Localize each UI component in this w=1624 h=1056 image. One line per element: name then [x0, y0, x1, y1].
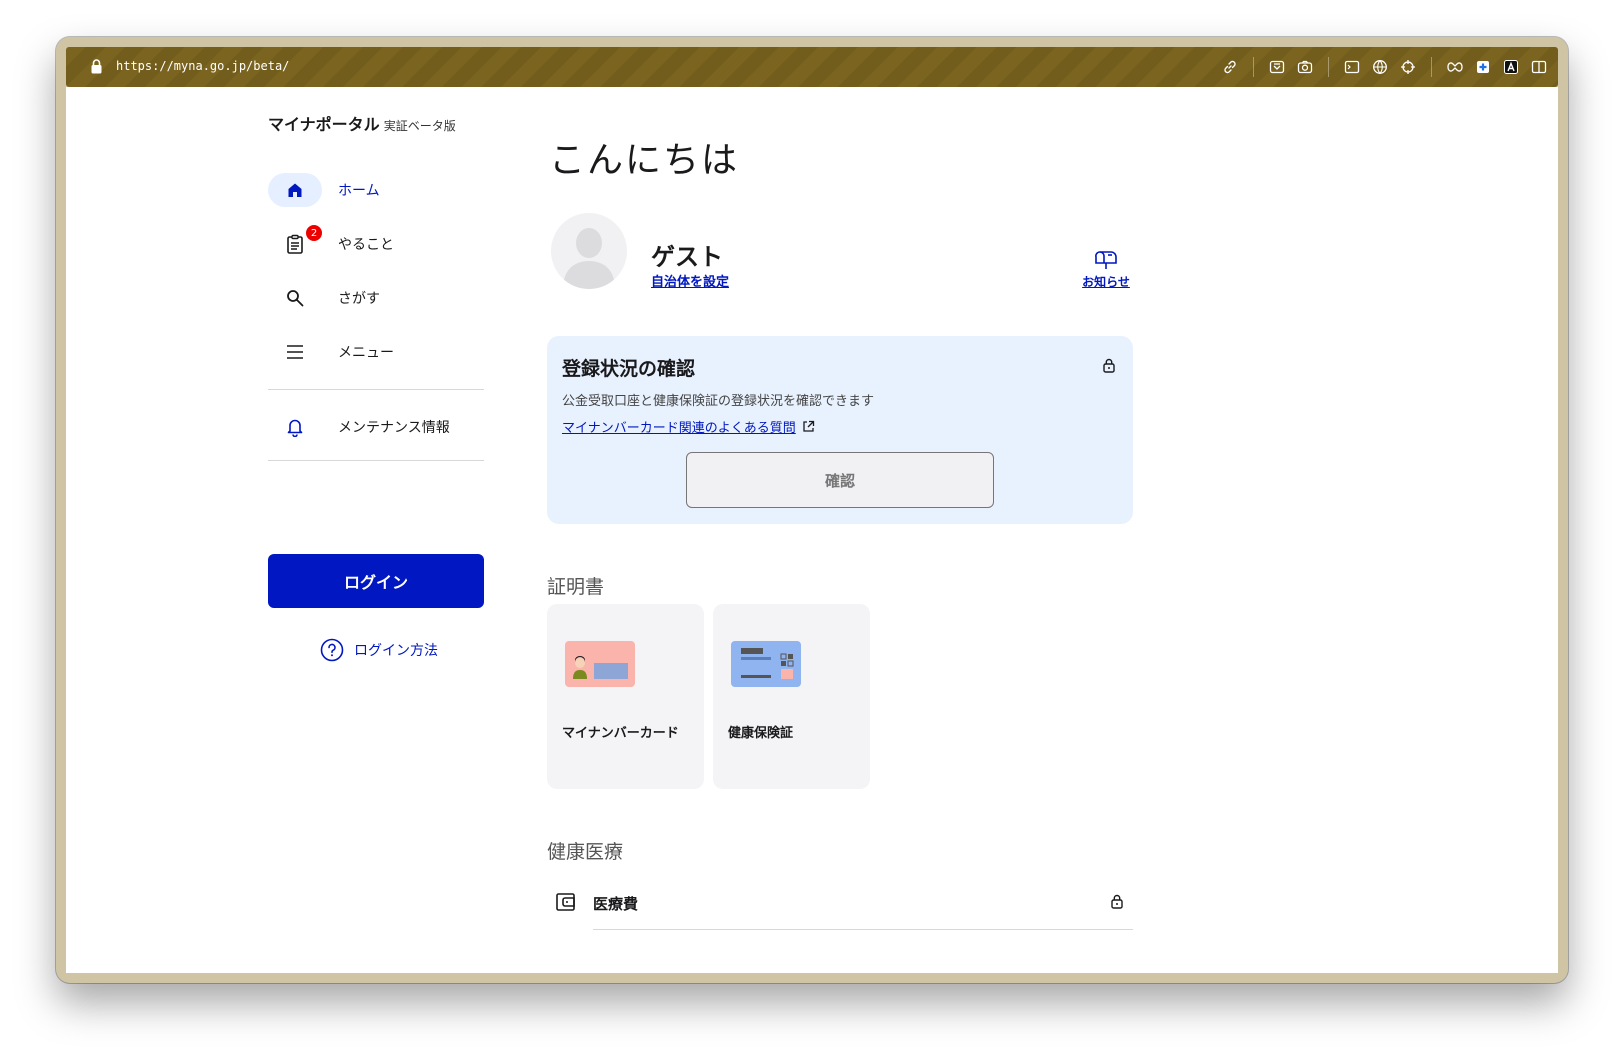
terminal-icon[interactable] [1343, 58, 1361, 76]
page-content: マイナポータル 実証ベータ版 ホーム 2 やること さがす メニュー メンテナン… [66, 87, 1558, 973]
confirm-button[interactable]: 確認 [686, 452, 994, 508]
notice-label: お知らせ [1082, 275, 1130, 289]
search-icon [268, 281, 322, 315]
lock-icon [91, 59, 102, 74]
address-bar[interactable]: https://myna.go.jp/beta/ [116, 59, 289, 73]
mailbox-icon [1095, 251, 1117, 269]
nav-item-search[interactable]: さがす [268, 281, 484, 315]
row-divider [593, 929, 1133, 930]
clipboard-icon: 2 [268, 225, 322, 261]
browser-toolbar: https://myna.go.jp/beta/ [66, 47, 1558, 87]
health-insurance-label: 健康保険証 [728, 726, 794, 741]
nav-item-menu[interactable]: メニュー [268, 335, 484, 369]
login-button[interactable]: ログイン [268, 554, 484, 608]
nav-item-todo[interactable]: 2 やること [268, 225, 484, 261]
mynumber-card-illustration [565, 641, 635, 687]
faq-link[interactable]: マイナンバーカード関連のよくある質問 [562, 417, 815, 436]
medical-expenses-row[interactable]: 医療費 [547, 879, 1133, 930]
registration-title: 登録状況の確認 [562, 358, 696, 380]
nav-label-search: さがす [338, 291, 380, 307]
nav-item-maintenance[interactable]: メンテナンス情報 [268, 410, 484, 444]
sidebar-divider [268, 460, 484, 461]
nav-label-todo: やること [338, 237, 394, 253]
login-help-link[interactable]: ログイン方法 [320, 638, 438, 662]
certificates-section-title: 証明書 [547, 576, 605, 598]
toolbar-divider [1431, 57, 1432, 77]
medical-expenses-label: 医療費 [593, 895, 639, 913]
brand-name: マイナポータル [268, 115, 380, 134]
globe-icon[interactable] [1371, 58, 1389, 76]
faq-link-label: マイナンバーカード関連のよくある質問 [562, 421, 796, 436]
help-icon [320, 638, 344, 662]
sidebar-icon[interactable] [1530, 58, 1548, 76]
health-insurance-illustration [731, 641, 801, 687]
set-municipality-link[interactable]: 自治体を設定 [651, 271, 729, 290]
a-icon[interactable] [1502, 58, 1520, 76]
page-title: こんにちは [549, 140, 740, 181]
lock-icon [1103, 358, 1115, 373]
extension-icon[interactable] [1446, 58, 1464, 76]
brand-logo[interactable]: マイナポータル 実証ベータ版 [268, 111, 456, 135]
brand-subtitle: 実証ベータ版 [383, 119, 456, 133]
sidebar-divider [268, 389, 484, 390]
toolbar-divider [1253, 57, 1254, 77]
plus-icon[interactable] [1474, 58, 1492, 76]
mynumber-card-tile[interactable]: マイナンバーカード [547, 604, 704, 789]
download-icon[interactable] [1268, 58, 1286, 76]
nav-label-maintenance: メンテナンス情報 [338, 420, 450, 436]
health-insurance-tile[interactable]: 健康保険証 [713, 604, 870, 789]
camera-icon[interactable] [1296, 58, 1314, 76]
browser-window: https://myna.go.jp/beta/ マイナポータル 実証ベータ版 … [56, 37, 1568, 983]
wallet-icon [556, 893, 575, 911]
nav-label-menu: メニュー [338, 345, 394, 361]
todo-count-badge: 2 [306, 225, 322, 241]
toolbar-divider [1328, 57, 1329, 77]
user-name: ゲスト [651, 243, 723, 271]
mynumber-card-label: マイナンバーカード [562, 726, 679, 741]
nav-label-home: ホーム [338, 183, 380, 199]
notice-button[interactable]: お知らせ [1081, 249, 1131, 290]
registration-description: 公金受取口座と健康保険証の登録状況を確認できます [562, 394, 875, 409]
external-link-icon [803, 420, 814, 432]
user-silhouette-icon [563, 228, 615, 289]
menu-icon [268, 335, 322, 369]
link-icon[interactable] [1221, 58, 1239, 76]
login-help-label: ログイン方法 [354, 643, 438, 659]
lock-icon [1111, 894, 1123, 909]
bell-icon [268, 410, 322, 444]
health-section-title: 健康医療 [547, 841, 624, 863]
home-icon [268, 173, 322, 207]
crosshair-icon[interactable] [1399, 58, 1417, 76]
nav-item-home[interactable]: ホーム [268, 173, 484, 207]
avatar [551, 213, 627, 289]
registration-card: 登録状況の確認 公金受取口座と健康保険証の登録状況を確認できます マイナンバーカ… [547, 336, 1133, 524]
